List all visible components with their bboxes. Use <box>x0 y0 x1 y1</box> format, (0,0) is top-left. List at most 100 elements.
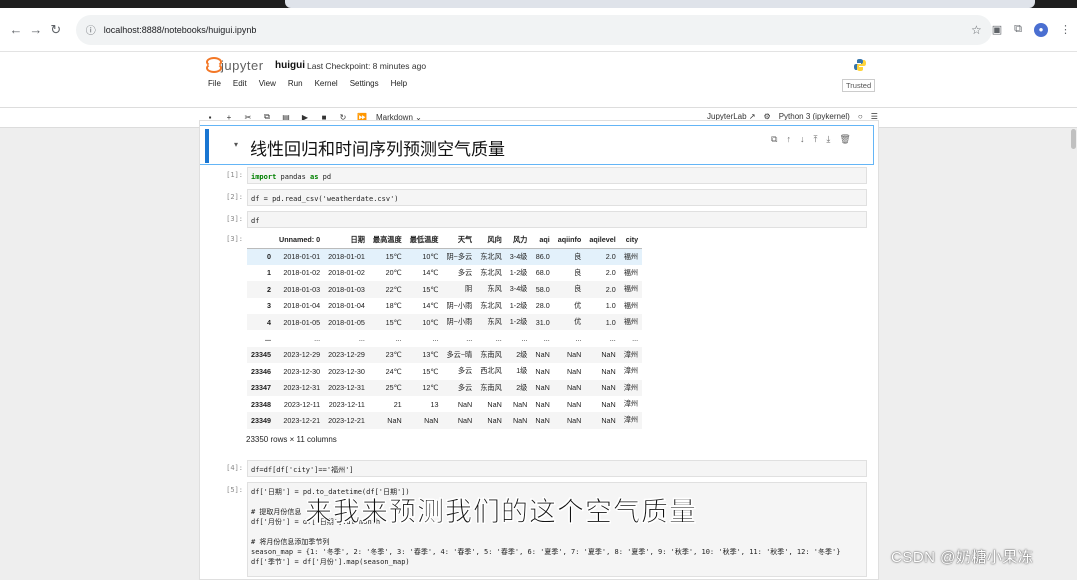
code-cell[interactable]: df = pd.read_csv('weatherdate.csv') <box>247 189 867 206</box>
table-cell: 2023-12-30 <box>328 366 365 376</box>
insert-above-icon[interactable]: ⤒ <box>813 134 817 145</box>
table-cell: 31.0 <box>535 317 550 327</box>
table-cell: 10℃ <box>422 317 439 327</box>
forward-icon[interactable]: → <box>26 22 46 37</box>
code-cell[interactable]: df=df[df['city']=='福州'] <box>247 460 867 477</box>
table-row: 23348 2023-12-11 2023-12-11 21 13 NaN NaN NaN Na… <box>247 396 642 412</box>
table-cell: 阴 <box>465 284 473 294</box>
table-cell: 1级 <box>516 366 528 376</box>
menu-help[interactable]: Help <box>391 79 407 88</box>
table-cell: ... <box>521 334 528 344</box>
column-header: Unnamed: 0 <box>275 232 325 249</box>
table-cell: 多云~晴 <box>446 349 473 359</box>
code-cell[interactable]: import pandas as pd <box>247 167 867 184</box>
table-row: 1 2018-01-02 2018-01-02 20℃ 14℃ 多云 东北风 1-2级 68.0… <box>247 265 642 281</box>
table-cell: 2.0 <box>605 268 616 278</box>
avatar[interactable]: ● <box>1034 22 1048 37</box>
table-cell: ... <box>495 334 502 344</box>
table-cell: NaN <box>535 383 550 393</box>
table-cell: 2023-12-31 <box>328 383 365 393</box>
table-cell: 漳州 <box>623 349 639 359</box>
checkpoint-status: Last Checkpoint: 8 minutes ago <box>307 61 427 71</box>
table-cell: 86.0 <box>535 252 550 262</box>
table-cell: NaN <box>512 415 528 425</box>
menu-file[interactable]: File <box>208 79 221 88</box>
table-cell: 1-2级 <box>509 300 528 310</box>
scrollbar-thumb[interactable] <box>1071 129 1076 149</box>
notebook-name[interactable]: huigui <box>275 60 305 71</box>
url-text: localhost:8888/notebooks/huigui.ipynb <box>103 24 257 35</box>
table-cell: 15℃ <box>422 366 439 376</box>
table-cell: ... <box>466 334 473 344</box>
dataframe-shape: 23350 rows × 11 columns <box>246 435 337 444</box>
duplicate-icon[interactable]: ⧉ <box>771 134 777 145</box>
menu-bar: File Edit View Run Kernel Settings Help <box>208 79 407 88</box>
table-cell: 2018-01-01 <box>283 252 321 262</box>
menu-edit[interactable]: Edit <box>233 79 247 88</box>
table-cell: 优 <box>574 300 582 310</box>
table-cell: 阴~多云 <box>446 251 473 261</box>
table-cell: 多云 <box>457 267 473 277</box>
table-cell: 2018-01-04 <box>283 301 321 311</box>
notebook-heading: 线性回归和时间序列预测空气质量 <box>250 140 505 160</box>
table-cell: ... <box>609 334 616 344</box>
insert-below-icon[interactable]: ⤓ <box>826 134 830 145</box>
table-cell: ... <box>632 334 639 344</box>
menu-kernel[interactable]: Kernel <box>315 79 338 88</box>
table-cell: NaN <box>457 415 473 425</box>
table-cell: 漳州 <box>623 399 639 409</box>
extension-icon[interactable]: ▣ <box>992 23 1002 36</box>
table-cell: 2023-12-29 <box>283 350 321 360</box>
code-keyword-import: import <box>251 173 277 181</box>
table-cell: ... <box>543 334 550 344</box>
table-cell: 20℃ <box>385 268 402 278</box>
menu-settings[interactable]: Settings <box>350 79 379 88</box>
table-cell: 22℃ <box>385 284 402 294</box>
table-cell: 2.0 <box>605 252 616 262</box>
table-cell: 3-4级 <box>509 284 528 294</box>
site-info-icon[interactable]: ⓘ <box>86 22 96 37</box>
table-cell: 东南风 <box>480 382 502 392</box>
table-cell: 10℃ <box>422 252 439 262</box>
menu-view[interactable]: View <box>259 79 276 88</box>
table-cell: 15℃ <box>385 252 402 262</box>
active-tab[interactable] <box>285 0 1035 8</box>
table-cell: ... <box>432 334 439 344</box>
bookmark-star-icon[interactable]: ☆ <box>971 23 982 37</box>
url-field[interactable]: ⓘ localhost:8888/notebooks/huigui.ipynb … <box>75 14 992 45</box>
table-cell: 28.0 <box>535 301 550 311</box>
watermark: CSDN @奶糖小果冻 <box>891 549 1034 566</box>
trusted-badge[interactable]: Trusted <box>842 79 876 92</box>
more-menu-icon[interactable]: ⋮ <box>1060 23 1071 36</box>
row-index: 23346 <box>251 366 271 376</box>
table-cell: 24℃ <box>385 366 402 376</box>
jupyter-logo[interactable]: jupyter <box>206 57 264 73</box>
table-cell: 2023-12-11 <box>283 399 321 409</box>
table-cell: NaN <box>535 415 550 425</box>
table-cell: 2018-01-01 <box>328 252 365 262</box>
table-cell: NaN <box>535 399 550 409</box>
back-icon[interactable]: ← <box>6 22 26 37</box>
table-cell: 2018-01-04 <box>328 301 365 311</box>
menu-run[interactable]: Run <box>288 79 303 88</box>
code-cell[interactable]: df <box>247 211 867 228</box>
puzzle-icon[interactable]: ⧉ <box>1014 23 1022 36</box>
delete-icon[interactable]: 🗑 <box>839 134 850 145</box>
reload-icon[interactable]: ↻ <box>46 22 66 38</box>
table-cell: 优 <box>574 317 582 327</box>
table-cell: 2023-12-30 <box>283 366 321 376</box>
table-cell: 2023-12-31 <box>283 383 321 393</box>
table-cell: NaN <box>566 383 582 393</box>
move-up-icon[interactable]: ↑ <box>786 134 791 145</box>
markdown-cell[interactable]: ▾ 线性回归和时间序列预测空气质量 ⧉ ↑ ↓ ⤒ ⤓ 🗑 <box>200 125 874 165</box>
table-cell: ... <box>575 334 582 344</box>
cell-prompt: [3]: <box>226 215 243 223</box>
table-row: 3 2018-01-04 2018-01-04 18℃ 14℃ 阴~小雨 东北风 1-2级 28… <box>247 298 642 314</box>
table-cell: NaN <box>487 415 502 425</box>
collapse-caret-icon[interactable]: ▾ <box>234 140 238 149</box>
table-cell: NaN <box>487 399 502 409</box>
move-down-icon[interactable]: ↓ <box>800 134 805 145</box>
table-cell: 23℃ <box>385 350 402 360</box>
row-index: 3 <box>267 301 271 311</box>
row-index: ... <box>265 334 271 344</box>
